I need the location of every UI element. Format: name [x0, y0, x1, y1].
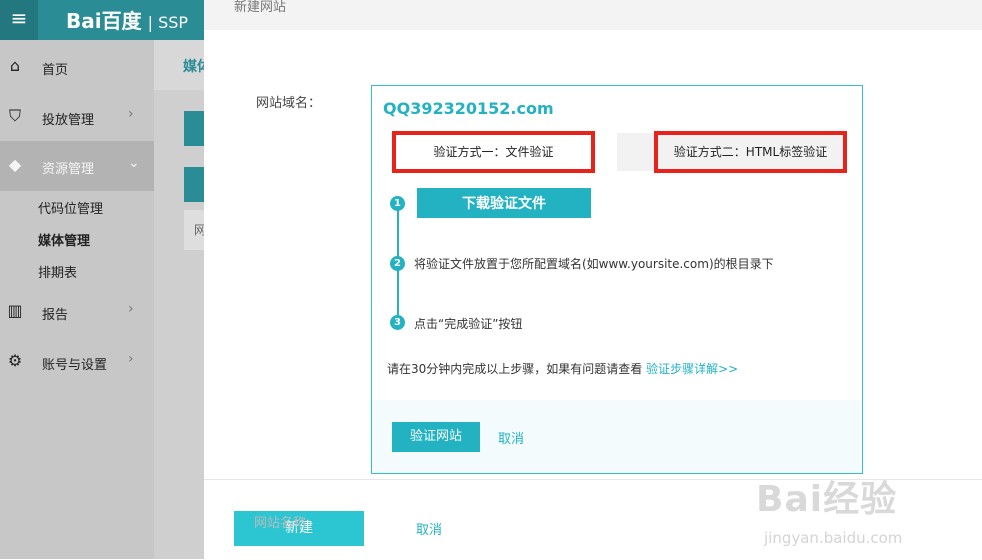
cube-icon: ◆	[8, 155, 22, 174]
home-icon: ⌂	[9, 56, 21, 75]
cancel-button[interactable]: 取消	[416, 519, 442, 538]
chevron-right-icon: ›	[128, 351, 134, 367]
step-text: 点击“完成验证”按钮	[414, 317, 523, 331]
sidebar-item-delivery[interactable]: ⛉ 投放管理 ›	[0, 92, 154, 142]
subnav-item-media[interactable]: 媒体管理	[38, 230, 90, 249]
sidebar-item-label: 账号与设置	[42, 358, 108, 373]
note-text: 请在30分钟内完成以上步骤，如果有问题请查看	[387, 362, 643, 376]
verify-site-button[interactable]: 验证网站	[392, 422, 480, 452]
step-text: 将验证文件放置于您所配置域名(如www.yoursite.com)的根目录下	[414, 257, 774, 271]
watermark-logo: Bai经验	[756, 479, 898, 520]
sidebar-item-label: 资源管理	[42, 162, 95, 177]
verify-panel: QQ392320152.com 验证方式一：文件验证 验证方式二：HTML标签验…	[371, 85, 863, 474]
tab-divider	[617, 133, 657, 171]
menu-toggle-icon[interactable]: ≡	[0, 0, 38, 40]
sidebar-item-home[interactable]: ⌂ 首页	[0, 42, 154, 92]
sidebar-item-label: 投放管理	[42, 113, 95, 128]
domain-value: QQ392320152.com	[383, 99, 554, 118]
watermark-url: jingyan.baidu.com	[764, 529, 903, 547]
action-button-edge[interactable]	[184, 111, 204, 146]
download-verify-file-button[interactable]: 下载验证文件	[417, 188, 591, 218]
chevron-right-icon: ›	[128, 301, 134, 317]
table-header-edge: 网	[184, 210, 206, 250]
shield-icon: ⛉	[8, 106, 21, 125]
sidebar-item-account[interactable]: ⚙ 账号与设置 ›	[0, 337, 154, 387]
site-name-label: 网站名称	[254, 516, 307, 531]
step-number: 1	[390, 196, 405, 211]
baidu-jingyan-watermark: Bai经验 jingyan.baidu.com	[756, 455, 978, 555]
instruction-note: 请在30分钟内完成以上步骤，如果有问题请查看 验证步骤详解>>	[387, 360, 738, 377]
cancel-verify-link[interactable]: 取消	[498, 428, 524, 447]
add-button-edge[interactable]	[184, 167, 204, 202]
bar-chart-icon: ▥	[7, 301, 23, 320]
logo: Bai百度 | SSP	[66, 5, 188, 34]
sidebar-item-label: 报告	[42, 308, 69, 323]
step-number: 2	[390, 256, 405, 271]
gear-icon: ⚙	[7, 351, 23, 370]
chevron-right-icon: ›	[128, 106, 134, 122]
sidebar: ⌂ 首页 ⛉ 投放管理 › ◆ 资源管理 ⌄ 代码位管理 媒体管理 排期表 ▥ …	[0, 40, 154, 559]
verify-steps-link[interactable]: 验证步骤详解>>	[646, 362, 738, 376]
tab-html-verify[interactable]: 验证方式二：HTML标签验证	[654, 131, 847, 173]
sidebar-item-label: 首页	[42, 63, 69, 78]
sidebar-item-report[interactable]: ▥ 报告 ›	[0, 287, 154, 337]
dialog-title: 新建网站	[234, 0, 287, 15]
domain-field-label: 网站域名：	[256, 96, 322, 111]
tab-file-verify[interactable]: 验证方式一：文件验证	[392, 131, 595, 173]
sidebar-item-resources[interactable]: ◆ 资源管理 ⌄	[0, 141, 154, 191]
dialog-header: 新建网站	[204, 0, 982, 30]
logo-text: Bai百度	[66, 9, 142, 33]
product-name: | SSP	[147, 13, 189, 32]
subnav-item-code[interactable]: 代码位管理	[38, 198, 103, 217]
subnav-item-schedule[interactable]: 排期表	[38, 262, 77, 281]
chevron-down-icon: ⌄	[128, 155, 140, 171]
step-number: 3	[390, 315, 405, 330]
